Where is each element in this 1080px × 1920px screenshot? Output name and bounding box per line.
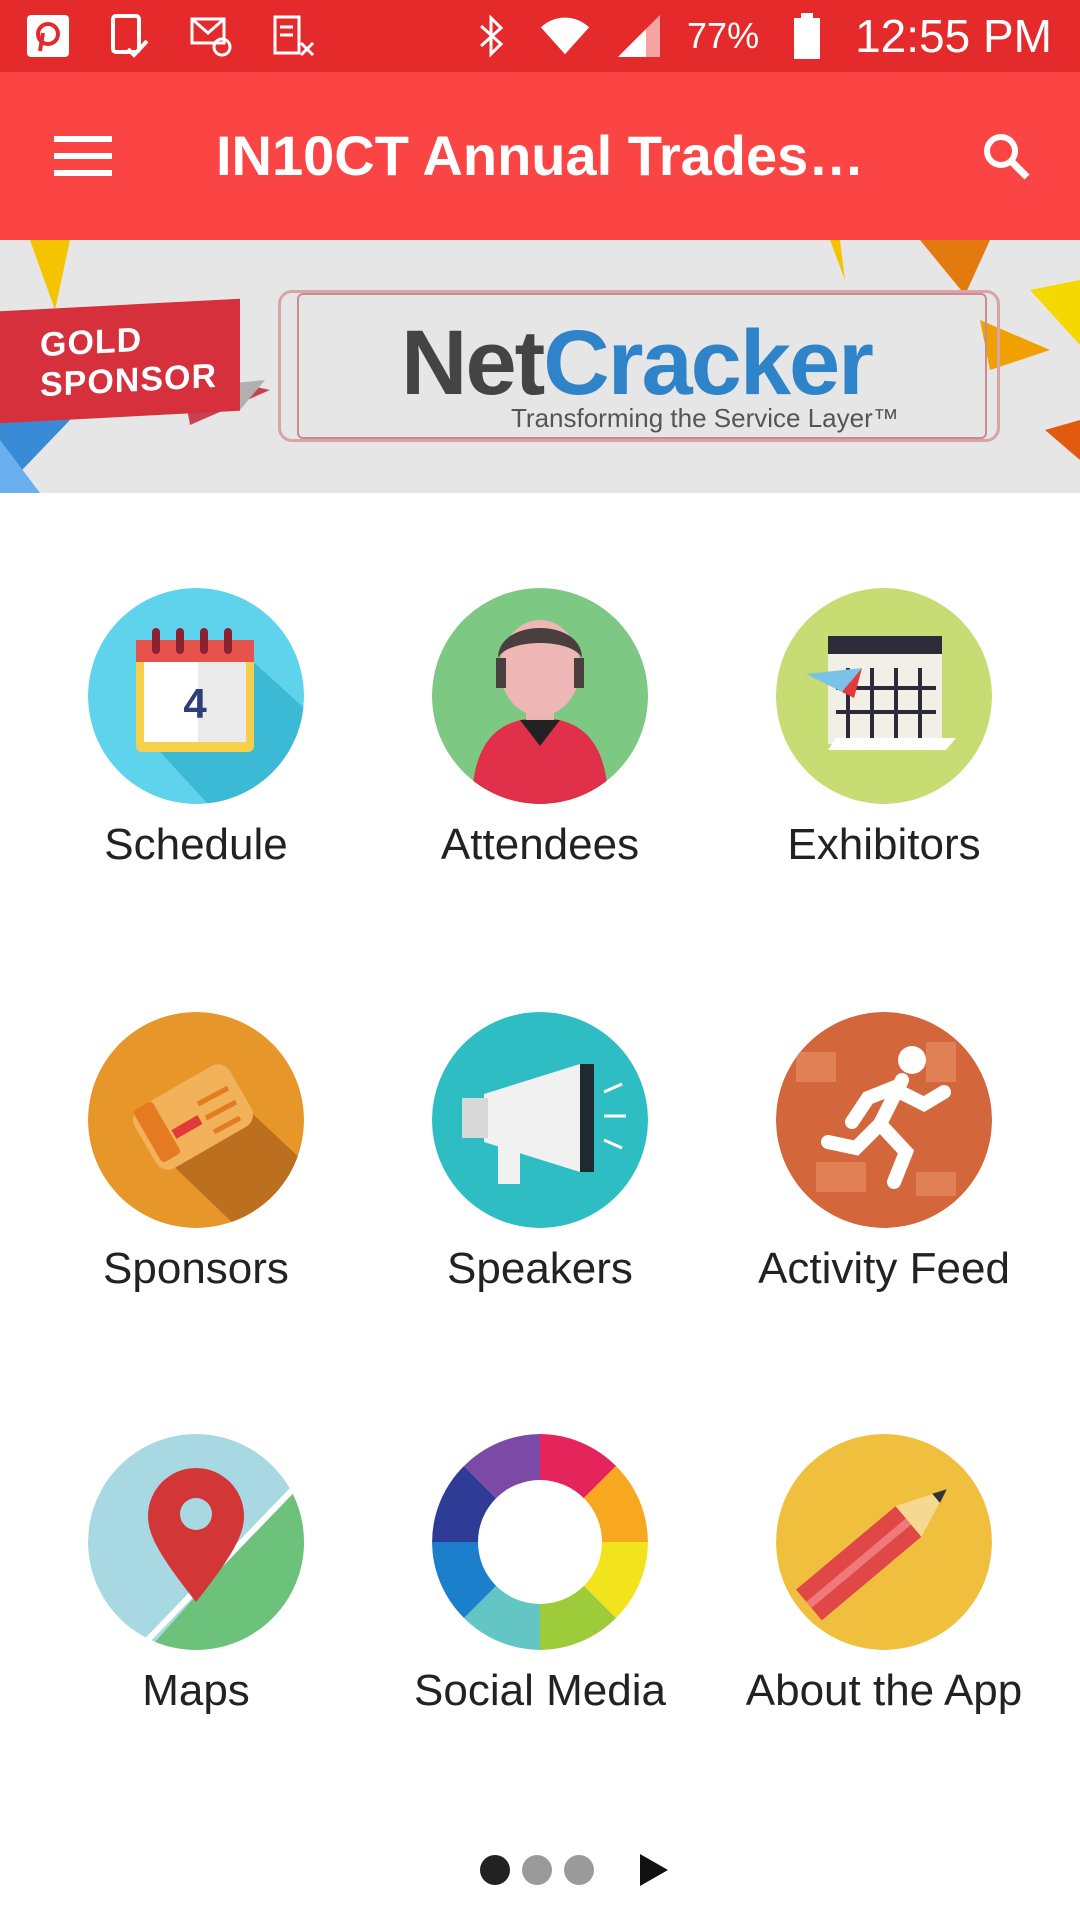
sponsor-logo: NetCracker Transforming the Service Laye… [278, 290, 1000, 442]
exhibitor-calendar-icon [776, 588, 992, 804]
cell-signal-icon [613, 10, 665, 62]
hamburger-menu-icon[interactable] [46, 126, 122, 186]
tile-about-the-app[interactable]: About the App [714, 1434, 1054, 1764]
person-icon [432, 588, 648, 804]
status-bar: 77% 12:55 PM [0, 0, 1080, 72]
logo-net: Net [401, 312, 545, 414]
tile-activity-feed[interactable]: Activity Feed [714, 1012, 1054, 1342]
next-page-arrow-icon[interactable] [640, 1854, 668, 1886]
tile-label: Sponsors [103, 1244, 289, 1293]
search-icon[interactable] [974, 124, 1038, 188]
tile-label: Schedule [104, 820, 288, 869]
tile-schedule[interactable]: 4 Schedule [26, 588, 366, 918]
tile-social-media[interactable]: Social Media [370, 1434, 710, 1764]
page-indicator [480, 1854, 668, 1886]
bluetooth-icon [465, 10, 517, 62]
tile-speakers[interactable]: Speakers [370, 1012, 710, 1342]
svg-text:4: 4 [183, 680, 207, 727]
tile-label: Activity Feed [758, 1244, 1010, 1293]
page-dot-2[interactable] [522, 1855, 552, 1885]
bill-x-icon [268, 10, 320, 62]
tile-label: Attendees [440, 820, 640, 869]
color-ring-icon [432, 1434, 648, 1650]
tile-label: Speakers [447, 1244, 633, 1293]
tile-exhibitors[interactable]: Exhibitors [714, 588, 1054, 918]
email-at-icon [186, 10, 238, 62]
tile-sponsors[interactable]: Sponsors [26, 1012, 366, 1342]
tile-label: Social Media [414, 1666, 666, 1715]
megaphone-icon [432, 1012, 648, 1228]
tile-label: About the App [745, 1666, 1023, 1715]
running-man-icon [776, 1012, 992, 1228]
tile-label: Exhibitors [787, 820, 981, 869]
calendar-icon: 4 [88, 588, 304, 804]
sponsor-tagline: Transforming the Service Layer™ [511, 403, 899, 433]
page-dot-1[interactable] [480, 1855, 510, 1885]
notification-check-icon [104, 10, 156, 62]
sponsor-banner[interactable]: GOLD SPONSOR NetCracker Transforming the… [0, 240, 1080, 493]
pinterest-icon [22, 10, 74, 62]
clock: 12:55 PM [855, 10, 1052, 62]
wifi-icon [539, 10, 591, 62]
battery-icon [781, 10, 833, 62]
logo-cracker: Cracker [543, 312, 874, 414]
pencil-icon [776, 1434, 992, 1650]
app-title: IN10CT Annual Tradesh… [216, 124, 896, 187]
tile-maps[interactable]: Maps [26, 1434, 366, 1764]
sponsor-logo-text: NetCracker [401, 311, 874, 416]
page-dot-3[interactable] [564, 1855, 594, 1885]
app-bar: IN10CT Annual Tradesh… [0, 72, 1080, 240]
tile-label: Maps [142, 1666, 250, 1715]
sponsor-tag: GOLD SPONSOR [0, 298, 240, 424]
map-pin-icon [88, 1434, 304, 1650]
handshake-icon [88, 1012, 304, 1228]
tile-attendees[interactable]: Attendees [370, 588, 710, 918]
battery-percentage: 77% [687, 15, 760, 56]
